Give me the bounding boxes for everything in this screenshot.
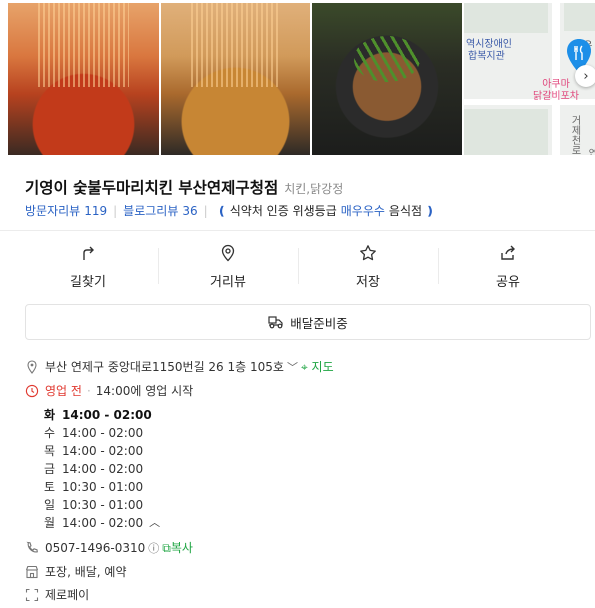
food-photo-grilled-chicken[interactable] xyxy=(312,3,462,155)
hygiene-suffix: 음식점 xyxy=(388,204,423,218)
share-button[interactable]: 공유 xyxy=(438,244,578,290)
laurel-right-icon: ❫ xyxy=(425,203,436,218)
hours-row: 수 14:00 - 02:00 xyxy=(44,426,144,440)
action-bar: 길찾기 거리뷰 저장 공유 xyxy=(18,244,578,290)
visitor-review-link[interactable]: 방문자리뷰 119 xyxy=(25,202,107,219)
place-name: 기영이 숯불두마리치킨 부산연제구청점 xyxy=(25,179,279,197)
review-meta-row: 방문자리뷰 119 | 블로그리뷰 36 | ❪ 식약처 인증 위생등급 매우우수 … xyxy=(25,202,436,219)
business-hours: 화 14:00 - 02:00 수 14:00 - 02:00 목 14:00 - 0… xyxy=(44,406,160,532)
next-photo-button[interactable]: › xyxy=(575,65,595,87)
share-icon xyxy=(501,245,515,260)
food-photo-soy-chicken[interactable] xyxy=(161,3,310,155)
hours-row: 금 14:00 - 02:00 xyxy=(44,462,144,476)
scan-icon xyxy=(25,588,39,602)
payment-row: 제로페이 xyxy=(25,586,89,603)
phone-row: 0507-1496-0310 ⓘ ⧉복사 xyxy=(25,539,193,556)
location-map[interactable]: 역시장애인 합복지관 다온 아쿠마 닭갈비포차 거제천로 연 › xyxy=(464,3,595,155)
food-photo-spicy-chicken[interactable] xyxy=(8,3,159,155)
chevron-up-icon[interactable]: ︿ xyxy=(149,514,160,532)
directions-icon xyxy=(83,246,94,260)
hygiene-grade: 매우우수 xyxy=(340,204,385,218)
hygiene-label: 식약처 인증 위생등급 xyxy=(229,204,337,218)
address-text: 부산 연제구 중앙대로1150번길 26 1층 105호 xyxy=(45,360,284,374)
save-button[interactable]: 저장 xyxy=(298,244,438,290)
hours-row: 일 10:30 - 01:00 xyxy=(44,498,144,512)
action-label: 공유 xyxy=(496,275,520,290)
map-pin-icon xyxy=(221,244,235,262)
laurel-left-icon: ❪ xyxy=(216,203,227,218)
street-label: 거제천로 xyxy=(569,115,580,155)
map-link[interactable]: ⌖ 지도 xyxy=(301,358,334,375)
title-row: 기영이 숯불두마리치킨 부산연제구청점 치킨,닭강정 xyxy=(25,176,343,198)
copy-phone-button[interactable]: ⧉복사 xyxy=(162,539,193,556)
delivery-status-button[interactable]: 배달준비중 xyxy=(25,304,591,340)
chevron-down-icon[interactable]: ﹀ xyxy=(287,359,298,375)
hours-row: 목 14:00 - 02:00 xyxy=(44,444,144,458)
action-label: 길찾기 xyxy=(70,275,106,290)
directions-button[interactable]: 길찾기 xyxy=(18,244,158,290)
chevron-right-icon: › xyxy=(583,68,589,84)
hours-row: 월 14:00 - 02:00 ︿ xyxy=(44,514,161,532)
action-label: 거리뷰 xyxy=(210,275,246,290)
delivery-scooter-icon xyxy=(268,316,283,329)
clock-icon xyxy=(25,384,39,398)
star-icon xyxy=(360,245,376,261)
copy-icon: ⧉ xyxy=(162,541,171,555)
divider xyxy=(0,230,595,231)
photo-strip: 역시장애인 합복지관 다온 아쿠마 닭갈비포차 거제천로 연 › xyxy=(8,3,595,155)
map-label: 합복지관 xyxy=(468,51,505,62)
open-status-row: 영업 전 · 14:00에 영업 시작 xyxy=(25,382,193,399)
store-icon xyxy=(25,565,39,579)
map-label: 연 xyxy=(588,149,595,155)
phone-number: 0507-1496-0310 xyxy=(45,540,146,555)
open-status: 영업 전 xyxy=(45,384,82,398)
services-text: 포장, 배달, 예약 xyxy=(45,565,127,579)
address-row: 부산 연제구 중앙대로1150번길 26 1층 105호 ﹀ ⌖ 지도 xyxy=(25,358,334,375)
map-label: 역시장애인 xyxy=(466,39,512,50)
street-view-button[interactable]: 거리뷰 xyxy=(158,244,298,290)
hours-row: 토 10:30 - 01:00 xyxy=(44,480,144,494)
map-pin-icon: ⌖ xyxy=(300,360,308,374)
blog-review-link[interactable]: 블로그리뷰 36 xyxy=(123,202,197,219)
place-category: 치킨,닭강정 xyxy=(284,182,344,196)
open-status-note: 14:00에 영업 시작 xyxy=(95,384,194,398)
location-icon xyxy=(25,359,39,374)
delivery-status-label: 배달준비중 xyxy=(290,315,348,331)
info-icon[interactable]: ⓘ xyxy=(148,540,159,556)
phone-icon xyxy=(25,541,39,555)
action-label: 저장 xyxy=(356,275,380,290)
payment-text: 제로페이 xyxy=(45,588,90,602)
services-row: 포장, 배달, 예약 xyxy=(25,563,127,580)
hours-row: 화 14:00 - 02:00 xyxy=(44,408,152,422)
